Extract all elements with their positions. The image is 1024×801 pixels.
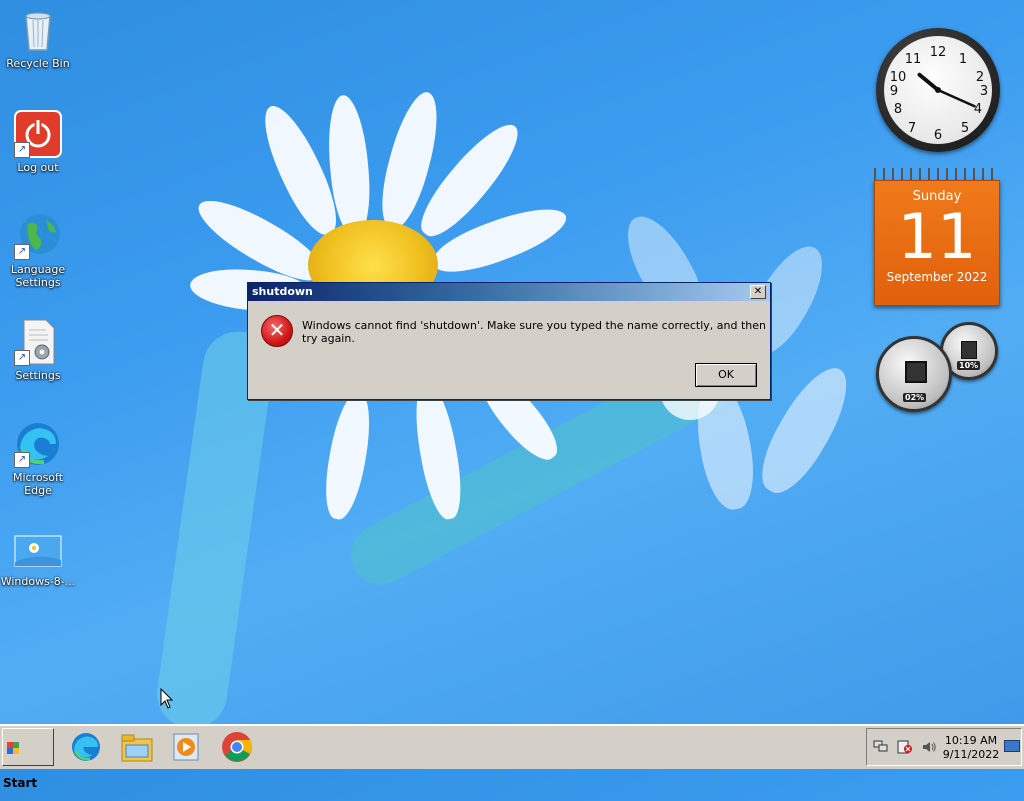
svg-text:8: 8 xyxy=(894,102,902,117)
desktop-icon-label: Log out xyxy=(17,161,59,174)
tray-date: 9/11/2022 xyxy=(942,748,1000,761)
calendar-day-number: 11 xyxy=(897,200,977,273)
taskbar-media-player-button[interactable] xyxy=(170,731,202,763)
calendar-rings xyxy=(874,168,1000,180)
clock-minute-hand xyxy=(936,88,976,108)
power-icon: ↗ xyxy=(14,110,62,158)
desktop-icon-language-settings[interactable]: ↗ Language Settings xyxy=(0,212,76,289)
network-icon[interactable] xyxy=(873,740,889,754)
calendar-page: Sunday 11 September 2022 xyxy=(874,180,1000,306)
cpu-gauge: 02% xyxy=(876,336,952,412)
desktop-icon-recycle-bin[interactable]: Recycle Bin xyxy=(0,6,76,70)
svg-text:9: 9 xyxy=(890,84,898,99)
cpu-percent: 02% xyxy=(903,393,927,402)
desktop-icon-label: Settings xyxy=(15,369,61,382)
desktop-icon-windows-8-image[interactable]: Windows-8-... xyxy=(0,524,76,588)
cpu-chip-icon xyxy=(905,361,927,383)
show-desktop-button[interactable] xyxy=(1004,740,1020,752)
shortcut-arrow-icon: ↗ xyxy=(14,452,30,468)
desktop-icon-microsoft-edge[interactable]: ↗ Microsoft Edge xyxy=(0,420,76,497)
clock-gadget[interactable]: 12 1 2 3 45 6 78 9 10 11 xyxy=(876,28,1000,152)
svg-text:3: 3 xyxy=(980,84,988,99)
ok-button[interactable]: OK xyxy=(695,363,757,387)
globe-icon: ↗ xyxy=(14,212,62,260)
desktop-icon-label: Microsoft Edge xyxy=(12,471,64,497)
svg-text:1: 1 xyxy=(959,52,967,67)
recycle-bin-icon xyxy=(14,6,62,54)
taskbar: Start 10:19 AM 9/11/2022 xyxy=(0,724,1024,790)
shortcut-arrow-icon: ↗ xyxy=(14,244,30,260)
svg-text:11: 11 xyxy=(905,52,922,67)
taskbar-edge-button[interactable] xyxy=(70,731,102,763)
error-dialog: shutdown ✕ ✕ Windows cannot find 'shutdo… xyxy=(247,282,771,400)
shortcut-arrow-icon: ↗ xyxy=(14,142,30,158)
tray-clock[interactable]: 10:19 AM 9/11/2022 xyxy=(939,734,1003,762)
mouse-cursor-icon xyxy=(160,688,174,709)
volume-icon[interactable] xyxy=(921,740,937,754)
edge-icon xyxy=(72,733,100,761)
file-explorer-icon xyxy=(121,734,153,762)
shortcut-arrow-icon: ↗ xyxy=(14,350,30,366)
dialog-message: Windows cannot find 'shutdown'. Make sur… xyxy=(302,319,766,345)
svg-text:10: 10 xyxy=(890,70,907,85)
system-tray: 10:19 AM 9/11/2022 xyxy=(866,728,1022,766)
desktop-icon-log-out[interactable]: ↗ Log out xyxy=(0,110,76,174)
desktop-icon-label: Language Settings xyxy=(10,263,66,289)
svg-text:12: 12 xyxy=(930,45,947,60)
windows-logo-icon xyxy=(7,741,19,754)
calendar-gadget[interactable]: Sunday 11 September 2022 xyxy=(874,168,1000,306)
svg-text:2: 2 xyxy=(976,70,984,85)
close-button[interactable]: ✕ xyxy=(750,285,766,299)
calendar-month-year: September 2022 xyxy=(886,270,988,284)
svg-text:7: 7 xyxy=(908,121,916,136)
image-file-icon xyxy=(14,524,62,572)
desktop-icon-label: Windows-8-... xyxy=(0,575,76,588)
memory-chip-icon xyxy=(961,341,977,359)
error-icon: ✕ xyxy=(261,315,293,347)
tray-time: 10:19 AM xyxy=(944,734,998,747)
action-center-icon[interactable] xyxy=(897,740,913,754)
taskbar-file-explorer-button[interactable] xyxy=(120,731,153,763)
media-player-icon xyxy=(173,733,199,761)
svg-text:4: 4 xyxy=(974,102,982,117)
dialog-titlebar[interactable]: shutdown ✕ xyxy=(248,283,770,301)
desktop-icon-settings[interactable]: ↗ Settings xyxy=(0,318,76,382)
svg-text:6: 6 xyxy=(934,128,942,143)
memory-percent: 10% xyxy=(957,361,981,370)
taskbar-chrome-button[interactable] xyxy=(221,731,253,763)
start-label: Start xyxy=(3,776,38,790)
settings-document-icon: ↗ xyxy=(14,318,62,366)
start-button[interactable]: Start xyxy=(2,728,54,790)
svg-text:5: 5 xyxy=(961,121,969,136)
chrome-icon xyxy=(222,732,252,762)
edge-icon: ↗ xyxy=(14,420,62,468)
clock-hour-hand xyxy=(917,72,940,92)
dialog-title: shutdown xyxy=(252,285,313,298)
desktop-icon-label: Recycle Bin xyxy=(6,57,70,70)
clock-face: 12 1 2 3 45 6 78 9 10 11 xyxy=(884,36,992,144)
